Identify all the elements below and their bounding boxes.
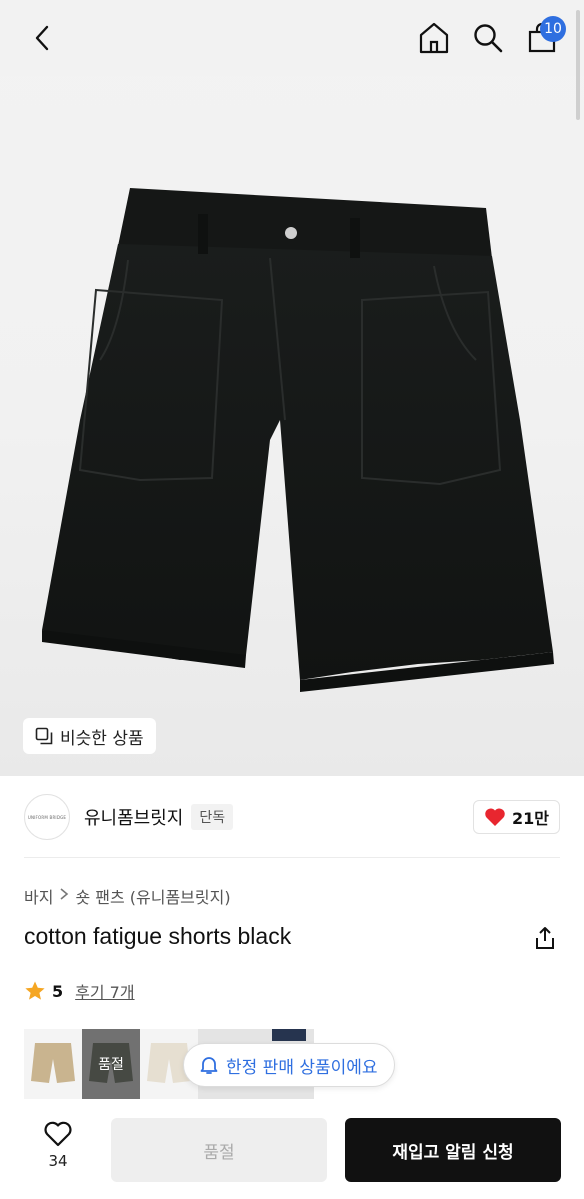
rating-row: 5 후기 7개 (24, 979, 135, 1003)
home-button[interactable] (416, 18, 452, 58)
copy-icon (35, 727, 53, 745)
brand-name[interactable]: 유니폼브릿지 (84, 804, 183, 830)
product-title: cotton fatigue shorts black (24, 923, 292, 949)
brand-logo-text: UNIFORM BRIDGE (27, 814, 67, 820)
limited-sale-text: 한정 판매 상품이에요 (226, 1057, 378, 1078)
color-option-beige[interactable] (24, 1029, 82, 1099)
product-image[interactable]: 비슷한 상품 (0, 0, 584, 776)
brand-like-button[interactable]: 21만 (473, 800, 560, 834)
color-option-olive[interactable]: 품절 (82, 1029, 140, 1099)
shorts-thumbnail (31, 1043, 75, 1083)
similar-products-button[interactable]: 비슷한 상품 (23, 718, 156, 754)
shorts-photo (42, 188, 554, 692)
share-button[interactable] (532, 924, 558, 952)
breadcrumb: 바지 숏 팬츠 (유니폼브릿지) (24, 884, 231, 908)
cart-count-badge: 10 (540, 16, 566, 42)
brand-like-count: 21만 (512, 809, 549, 828)
chevron-right-icon (59, 887, 69, 905)
wishlist-count: 34 (48, 1152, 68, 1170)
top-bar: 10 (0, 0, 584, 76)
restock-alert-button[interactable]: 재입고 알림 신청 (345, 1118, 561, 1182)
heart-outline-icon (44, 1121, 72, 1147)
share-icon (536, 927, 554, 949)
star-icon (25, 981, 45, 1000)
scrollbar[interactable] (576, 10, 580, 120)
wishlist-button[interactable]: 34 (30, 1120, 86, 1170)
chevron-left-icon (35, 25, 49, 51)
cart-button[interactable]: 10 (524, 16, 566, 58)
top-actions: 10 (416, 16, 566, 58)
bell-icon (200, 1057, 218, 1074)
brand-logo[interactable]: UNIFORM BRIDGE (24, 794, 70, 840)
brand-row: UNIFORM BRIDGE 유니폼브릿지 단독 21만 (24, 794, 560, 840)
rating-value: 5 (52, 981, 64, 1001)
heart-filled-icon (485, 808, 505, 826)
similar-products-label: 비슷한 상품 (60, 728, 144, 749)
search-button[interactable] (470, 18, 506, 58)
bottom-action-bar: 34 품절 재입고 알림 신청 (0, 1106, 584, 1199)
sold-out-button[interactable]: 품절 (111, 1118, 327, 1182)
reviews-link[interactable]: 후기 7개 (75, 979, 134, 1003)
limited-sale-notice: 한정 판매 상품이에요 (183, 1043, 395, 1087)
home-icon (419, 22, 449, 54)
breadcrumb-item-pants[interactable]: 바지 (24, 884, 53, 908)
breadcrumb-item-shorts[interactable]: 숏 팬츠 (유니폼브릿지) (75, 884, 230, 908)
back-button[interactable] (24, 20, 60, 56)
exclusive-tag: 단독 (191, 804, 234, 830)
search-icon (474, 24, 503, 53)
sold-out-overlay: 품절 (82, 1029, 140, 1099)
divider (24, 857, 560, 858)
